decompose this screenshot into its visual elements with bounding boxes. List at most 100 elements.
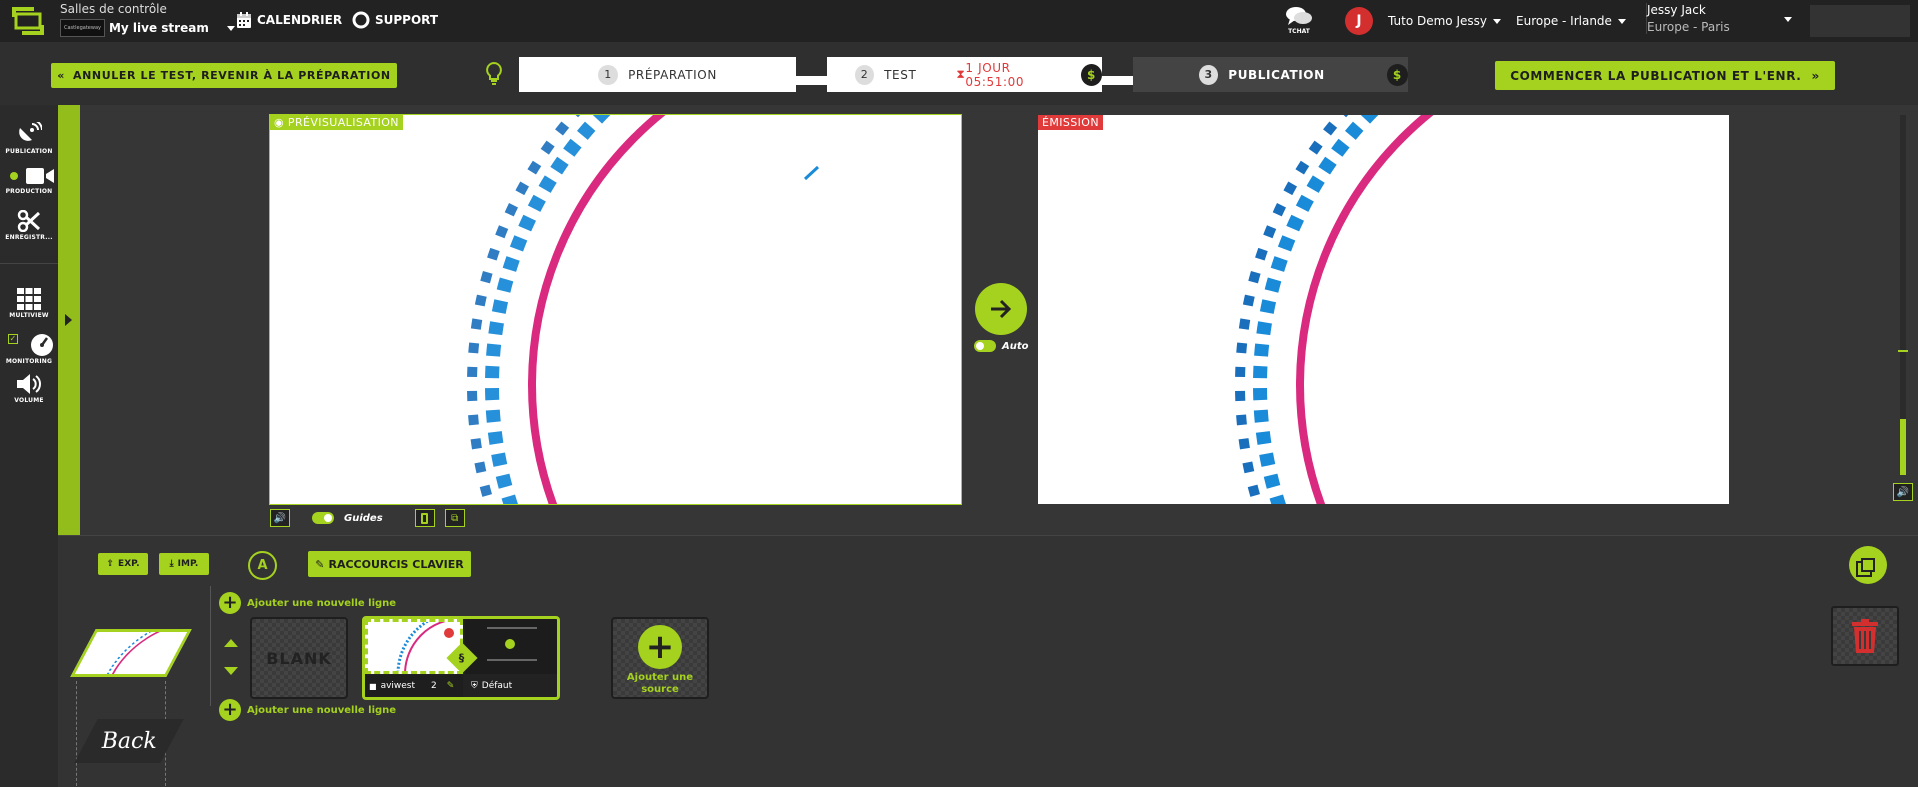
dollar-icon: $ [1386,63,1408,86]
account-selector[interactable]: Tuto Demo Jessy [1388,14,1501,28]
audio-peak-marker [1898,350,1908,352]
chevron-down-icon [226,25,235,31]
back-label: Back [101,728,157,754]
nav-publication[interactable]: PUBLICATION [0,122,58,155]
avatar[interactable]: J [1345,7,1373,35]
grid-icon [17,288,41,310]
trash-icon [1852,619,1878,653]
checkbox-icon: ✓ [8,334,18,344]
user-name: Jessy Jack [1647,3,1706,17]
preview-image [467,115,820,504]
guides-label: Guides [344,512,383,524]
auto-transition-toggle[interactable]: Auto [974,340,1029,352]
live-dot [444,628,454,638]
cancel-test-button[interactable]: « ANNULER LE TEST, REVENIR À LA PRÉPARAT… [51,63,397,88]
step-bar: « ANNULER LE TEST, REVENIR À LA PRÉPARAT… [0,42,1918,105]
scissors-icon [17,210,41,232]
region-selector[interactable]: Europe - Irlande [1516,14,1626,28]
start-publication-button[interactable]: COMMENCER LA PUBLICATION ET L'ENR. » [1495,61,1835,90]
chat-bubbles-icon [1286,7,1312,25]
active-dot [10,172,18,180]
control-rooms-label: Salles de contrôle [60,2,167,16]
program-label: ÉMISSION [1038,115,1103,130]
arrow-right-icon [991,299,1012,319]
blank-source[interactable]: BLANK [250,617,348,699]
speaker-icon [17,374,41,394]
brand-badge: Castlegateway [60,19,105,37]
calendar-link[interactable]: CALENDRIER [236,11,342,29]
transition-button[interactable] [975,283,1027,335]
calendar-icon [237,12,251,28]
plus-icon: + [219,699,241,721]
video-camera-icon: ■ [369,681,377,691]
add-line-bottom[interactable]: + Ajouter une nouvelle ligne [219,699,396,721]
source-footer: ■ aviwest 2 ✎ [365,675,463,697]
scene-panel: ⇪ EXP. ⤓ IMP. A ✎ RACCOURCIS CLAVIER + Ajout… [58,535,1918,787]
mobile-icon[interactable] [414,509,435,527]
live-source[interactable]: ■ aviwest 2 ✎ ⛨ Défaut § [362,616,560,700]
source-settings-preview [465,619,557,674]
layer-thumbnail-image [99,632,192,677]
copy-icon [1861,558,1875,572]
nav-recording[interactable]: ENREGISTR... [0,210,58,241]
program-image [1235,115,1449,504]
top-bar: Salles de contrôle Castlegateway My live… [0,0,1918,42]
nav-multiview[interactable]: MULTIVIEW [0,288,58,319]
pencil-icon: ✎ [315,557,325,571]
auto-label: Auto [1002,340,1029,352]
hourglass-icon: ⧗ [956,67,966,81]
download-icon: ⤓ [169,559,174,569]
nav-divider [0,263,58,264]
chevron-down-icon [1617,19,1626,24]
panel-collapse-bar[interactable] [58,105,80,535]
plus-icon: + [638,625,682,669]
delete-dropzone[interactable] [1831,606,1899,666]
chevrons-right-icon: » [1811,68,1820,83]
add-source-button[interactable]: + Ajouter une source [611,617,709,699]
add-line-top[interactable]: + Ajouter une nouvelle ligne [219,592,396,614]
layer-thumbnail[interactable] [70,629,192,677]
step-preparation[interactable]: 1 PRÉPARATION [519,57,796,92]
program-audio-button[interactable]: 🔊 [1893,483,1913,501]
pencil-icon[interactable]: ✎ [447,681,455,691]
satellite-icon [19,122,42,141]
program-monitor: ÉMISSION [1038,115,1729,504]
shortcuts-button[interactable]: ✎ RACCOURCIS CLAVIER [308,551,471,577]
plus-icon: + [219,592,241,614]
import-button[interactable]: ⤓ IMP. [159,553,209,575]
stream-selector[interactable]: Castlegateway My live stream [60,19,235,37]
support-link[interactable]: SUPPORT [352,11,438,29]
multiview-copy-button[interactable] [1849,546,1887,584]
nav-production[interactable]: PRODUCTION [0,166,58,195]
user-menu[interactable]: Jessy Jack Europe - Paris [1646,3,1792,34]
gauge-icon [31,334,53,356]
default-preset[interactable]: ⛨ Défaut [465,675,557,697]
layer-divider [210,586,211,706]
export-button[interactable]: ⇪ EXP. [98,553,148,575]
move-up-icon[interactable] [224,639,238,647]
guides-toggle[interactable] [312,512,334,524]
top-right-panel [1810,5,1910,37]
caret-right-icon [65,314,72,326]
upload-icon: ⇪ [106,559,115,569]
layer-a-button[interactable]: A [248,551,277,580]
video-camera-icon [26,168,54,184]
source-preview [365,619,463,674]
preview-monitor[interactable]: ◉ PRÉVISUALISATION [269,114,962,505]
shield-icon: ⛨ [471,681,478,691]
step-connector [795,76,827,85]
source-count: 2 [431,681,437,691]
preview-audio-button[interactable]: 🔊 [270,509,290,527]
move-down-icon[interactable] [224,667,238,675]
stream-name: My live stream [108,21,209,35]
step-publication[interactable]: 3 PUBLICATION $ [1133,57,1408,92]
step-test[interactable]: 2 TEST ⧗ 1 JOUR 05:51:00 $ [827,57,1102,92]
nav-volume[interactable]: VOLUME [0,373,58,404]
chat-button[interactable]: TCHAT [1284,5,1314,35]
copy-icon[interactable]: ⧉ [444,509,465,527]
audio-level-fill [1900,419,1906,475]
nav-monitoring[interactable]: ✓ MONITORING [0,332,58,365]
app-logo-icon[interactable] [10,5,46,37]
lightbulb-icon[interactable] [484,61,504,85]
preview-toolbar: 🔊 Guides ⧉ [270,509,465,527]
